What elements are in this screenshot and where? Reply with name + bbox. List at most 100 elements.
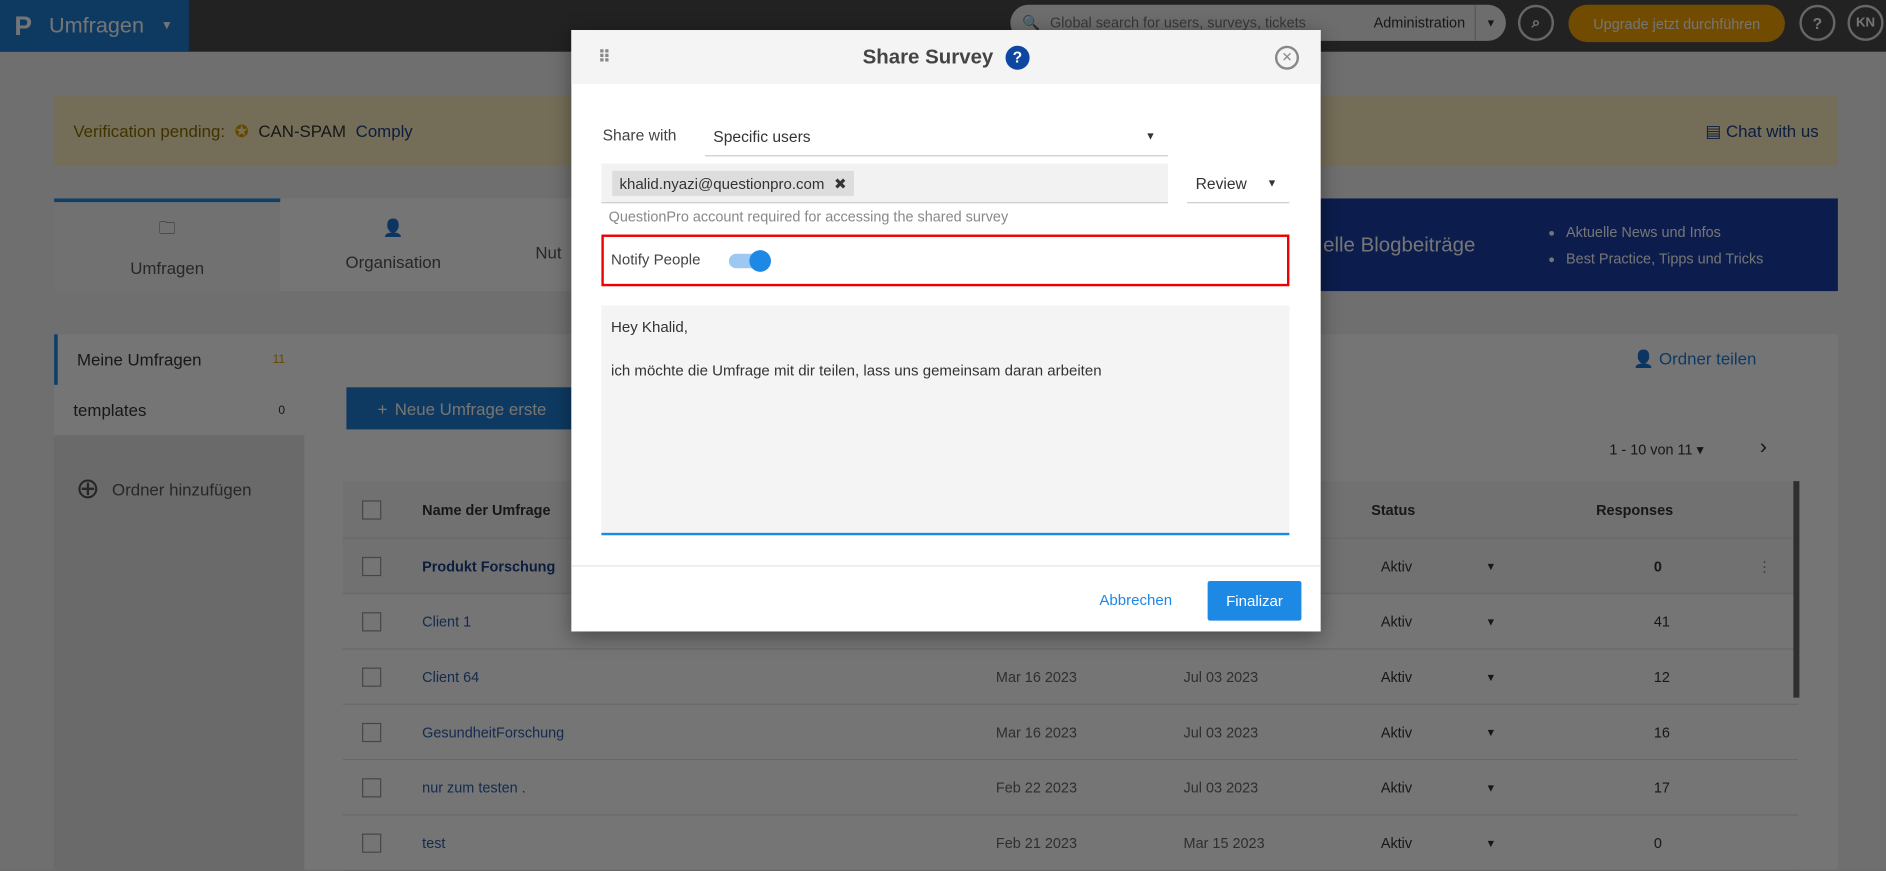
drag-handle-icon[interactable]: ⠿ — [598, 47, 611, 67]
chat-button[interactable]: ▤ Chat with us — [1705, 121, 1818, 141]
responses-count: 16 — [1653, 723, 1670, 741]
tab-label: Nut — [535, 242, 562, 262]
sidebar: Meine Umfragen 11 templates 0 ⊕ Ordner hinz… — [54, 334, 305, 870]
chevron-down-icon[interactable]: ▼ — [1476, 17, 1506, 29]
remove-chip-icon[interactable]: ✖ — [834, 174, 847, 193]
column-header-name[interactable]: Name der Umfrage — [422, 501, 550, 518]
status-select[interactable]: Aktiv — [1381, 613, 1412, 630]
permission-value: Review — [1195, 173, 1247, 192]
message-textarea[interactable]: Hey Khalid, ich möchte die Umfrage mit d… — [601, 305, 1290, 536]
sidebar-item-templates[interactable]: templates 0 — [54, 384, 305, 436]
account-select[interactable]: Administration — [1374, 4, 1476, 41]
banner-badge: CAN-SPAM — [258, 121, 347, 141]
share-with-select[interactable]: Specific users ▼ — [704, 117, 1168, 157]
chevron-down-icon[interactable]: ▼ — [1485, 671, 1496, 683]
row-checkbox[interactable] — [362, 722, 382, 742]
table-row[interactable]: GesundheitForschung Mar 16 2023 Jul 03 2… — [342, 705, 1799, 761]
column-header-responses[interactable]: Responses — [1596, 501, 1673, 518]
scrollbar[interactable] — [1793, 481, 1800, 698]
sidebar-item-meine-umfragen[interactable]: Meine Umfragen 11 — [54, 334, 305, 385]
comply-link[interactable]: Comply — [356, 121, 413, 140]
created-date: Mar 16 2023 — [995, 668, 1077, 685]
chevron-down-icon: ▼ — [1266, 176, 1278, 189]
plus-icon: + — [377, 398, 388, 418]
survey-name-link[interactable]: Produkt Forschung — [422, 557, 555, 574]
folder-icon: 🗀 — [158, 217, 176, 237]
modified-date: Jul 03 2023 — [1183, 723, 1259, 741]
cancel-button[interactable]: Abbrechen — [1099, 592, 1172, 609]
table-row[interactable]: Client 64 Mar 16 2023 Jul 03 2023 Aktiv … — [342, 650, 1799, 705]
sidebar-item-count: 11 — [272, 353, 286, 367]
created-date: Mar 16 2023 — [995, 723, 1077, 741]
next-page-icon[interactable]: › — [1760, 434, 1767, 459]
table-row[interactable]: nur zum testen . Feb 22 2023 Jul 03 2023… — [342, 760, 1799, 816]
created-date: Feb 21 2023 — [995, 834, 1077, 851]
table-row[interactable]: test Feb 21 2023 Mar 15 2023 Aktiv ▼ 0 — [342, 815, 1799, 871]
status-select[interactable]: Aktiv — [1381, 779, 1412, 796]
chevron-down-icon[interactable]: ▼ — [1485, 837, 1496, 849]
recipients-input[interactable]: khalid.nyazi@questionpro.com ✖ — [601, 163, 1168, 204]
chevron-down-icon[interactable]: ▼ — [1485, 726, 1496, 738]
chip-label: khalid.nyazi@questionpro.com — [619, 175, 825, 192]
survey-name-link[interactable]: GesundheitForschung — [422, 723, 564, 740]
logo-icon: P — [14, 10, 33, 41]
survey-name-link[interactable]: Client 1 — [422, 613, 471, 630]
chevron-down-icon[interactable]: ▼ — [1485, 560, 1496, 572]
share-folder-label: Ordner teilen — [1659, 348, 1757, 369]
status-select[interactable]: Aktiv — [1381, 834, 1412, 851]
chevron-down-icon: ▼ — [160, 19, 173, 33]
tab-label: Organisation — [345, 252, 442, 272]
sidebar-item-label: Meine Umfragen — [76, 350, 202, 370]
badge-check-icon: ✪ — [234, 120, 249, 141]
chat-icon: ▤ — [1705, 120, 1726, 141]
chevron-down-icon[interactable]: ▼ — [1485, 781, 1496, 793]
status-select[interactable]: Aktiv — [1381, 557, 1412, 574]
share-survey-dialog: ⠿ Share Survey ? ✕ Share with Specific u… — [571, 30, 1321, 632]
blog-bullet: Aktuelle News und Infos — [1566, 218, 1763, 244]
share-with-label: Share with — [602, 126, 677, 145]
column-header-status[interactable]: Status — [1371, 501, 1415, 518]
survey-name-link[interactable]: test — [422, 834, 445, 851]
avatar[interactable]: KN — [1847, 4, 1884, 41]
banner-label: Verification pending: — [73, 121, 226, 141]
more-options-icon[interactable]: ⋮ — [1757, 557, 1771, 574]
notify-row: Notify People — [601, 234, 1290, 287]
help-button[interactable]: ? — [1799, 4, 1836, 41]
app-switcher[interactable]: P Umfragen ▼ — [0, 0, 189, 52]
dialog-title: Share Survey — [862, 45, 994, 68]
finalize-button[interactable]: Finalizar — [1207, 580, 1302, 621]
permission-select[interactable]: Review ▼ — [1187, 164, 1290, 204]
pagination-label: 1 - 10 von 11 — [1609, 441, 1693, 459]
status-select[interactable]: Aktiv — [1381, 668, 1412, 685]
notify-toggle[interactable] — [728, 250, 771, 272]
row-checkbox[interactable] — [362, 611, 382, 631]
row-checkbox[interactable] — [362, 666, 382, 687]
chevron-down-icon[interactable]: ▼ — [1485, 615, 1496, 627]
search-button[interactable]: ⌕ — [1517, 4, 1555, 41]
responses-count: 17 — [1653, 778, 1670, 796]
add-folder-button[interactable]: ⊕ Ordner hinzufügen — [54, 435, 304, 542]
survey-name-link[interactable]: Client 64 — [422, 668, 479, 685]
new-survey-button[interactable]: + Neue Umfrage erste — [346, 387, 572, 430]
tab-umfragen[interactable]: 🗀 Umfragen — [54, 198, 281, 292]
tab-nutzer[interactable]: Nut — [530, 198, 566, 291]
select-all-checkbox[interactable] — [362, 499, 382, 520]
close-icon[interactable]: ✕ — [1274, 45, 1300, 70]
upgrade-button[interactable]: Upgrade jetzt durchführen — [1568, 4, 1785, 43]
tab-organisation[interactable]: 👤 Organisation — [280, 198, 506, 291]
survey-name-link[interactable]: nur zum testen . — [422, 779, 525, 796]
blog-title: elle Blogbeiträge — [1323, 232, 1476, 256]
row-checkbox[interactable] — [362, 777, 382, 797]
help-icon[interactable]: ? — [1005, 45, 1030, 70]
blog-panel[interactable]: elle Blogbeiträge Aktuelle News und Info… — [1320, 198, 1838, 292]
search-icon: 🔍 — [1022, 14, 1041, 32]
share-folder-button[interactable]: 👤 Ordner teilen — [1633, 349, 1756, 369]
pagination-select[interactable]: 1 - 10 von 11 ▾ — [1609, 441, 1703, 458]
responses-count: 0 — [1653, 557, 1662, 575]
plus-circle-icon: ⊕ — [75, 472, 100, 506]
row-checkbox[interactable] — [362, 556, 382, 576]
status-select[interactable]: Aktiv — [1381, 723, 1412, 740]
modified-date: Jul 03 2023 — [1183, 668, 1259, 685]
row-checkbox[interactable] — [362, 832, 382, 853]
search-input[interactable]: Global search for users, surveys, ticket… — [1050, 14, 1306, 31]
